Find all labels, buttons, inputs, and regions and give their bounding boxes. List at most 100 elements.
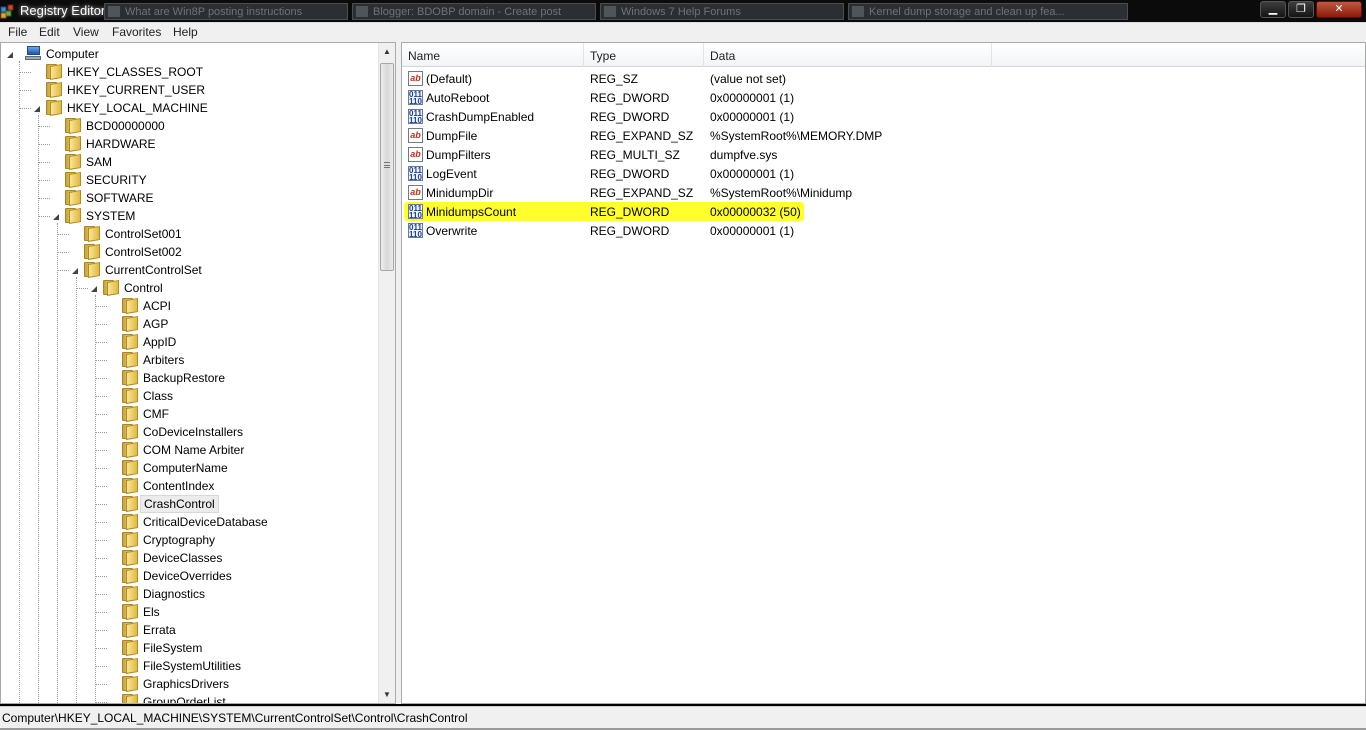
collapse-arrow-icon[interactable] [6, 50, 15, 59]
value-row[interactable]: 011 110 LogEvent REG_DWORD 0x00000001 (1) [404, 164, 1364, 183]
expand-arrow-icon[interactable] [52, 122, 61, 132]
column-header-data[interactable]: Data [704, 43, 992, 67]
tree-item[interactable]: SOFTWARE [1, 189, 377, 207]
expand-arrow-icon[interactable] [109, 680, 118, 690]
tree-item-label[interactable]: CriticalDeviceDatabase [140, 515, 271, 529]
tree-item-label-selected[interactable]: CrashControl [140, 495, 219, 513]
tree-item-label[interactable]: ComputerName [140, 461, 231, 475]
tree-item-label[interactable]: FileSystem [140, 641, 205, 655]
expand-arrow-icon[interactable] [109, 356, 118, 366]
expand-arrow-icon[interactable] [109, 590, 118, 600]
menu-view[interactable]: View [73, 25, 99, 39]
tree-item-label[interactable]: HARDWARE [83, 137, 159, 151]
scroll-down-arrow-icon[interactable]: ▼ [379, 686, 395, 703]
expand-arrow-icon[interactable] [109, 608, 118, 618]
tree-item-label[interactable]: GroupOrderList [140, 695, 229, 703]
tree-item-label[interactable]: Arbiters [140, 353, 187, 367]
value-row[interactable]: 011 110 AutoReboot REG_DWORD 0x00000001 (1) [404, 88, 1364, 107]
expand-arrow-icon[interactable] [109, 482, 118, 492]
value-row[interactable]: ab (Default) REG_SZ (value not set) [404, 69, 1364, 88]
expand-arrow-icon[interactable] [109, 572, 118, 582]
expand-arrow-icon[interactable] [109, 410, 118, 420]
collapse-arrow-icon[interactable] [71, 266, 80, 275]
collapse-arrow-icon[interactable] [90, 284, 99, 293]
tree-item-label[interactable]: ControlSet002 [102, 245, 185, 259]
tree-item-label[interactable]: Els [140, 605, 163, 619]
expand-arrow-icon[interactable] [109, 338, 118, 348]
collapse-arrow-icon[interactable] [33, 104, 42, 113]
tree-item-label[interactable]: Diagnostics [140, 587, 208, 601]
scrollbar-thumb[interactable] [380, 63, 394, 271]
column-header-name[interactable]: Name [402, 43, 584, 67]
tree-item-label[interactable]: ControlSet001 [102, 227, 185, 241]
tree-item-label[interactable]: SYSTEM [83, 209, 138, 223]
value-row[interactable]: 011 110 CrashDumpEnabled REG_DWORD 0x000000… [404, 107, 1364, 126]
tree-item-label[interactable]: Errata [140, 623, 179, 637]
column-header-type[interactable]: Type [584, 43, 704, 67]
expand-arrow-icon[interactable] [109, 536, 118, 546]
expand-arrow-icon[interactable] [109, 464, 118, 474]
tree-item-label[interactable]: Control [121, 281, 166, 295]
tree-item-label[interactable]: SECURITY [83, 173, 150, 187]
close-button[interactable]: ✕ [1316, 1, 1362, 18]
expand-arrow-icon[interactable] [52, 158, 61, 168]
tree-item-label[interactable]: DeviceOverrides [140, 569, 235, 583]
tree-item-label[interactable]: Class [140, 389, 176, 403]
tree-item-label[interactable]: HKEY_CLASSES_ROOT [64, 65, 206, 79]
menu-help[interactable]: Help [173, 25, 198, 39]
tree-item-label[interactable]: ACPI [140, 299, 174, 313]
tree-item-label[interactable]: AppID [140, 335, 179, 349]
values-list-pane[interactable]: Name Type Data ab (Default) REG_SZ (value n… [401, 42, 1366, 704]
tree-item[interactable]: SAM [1, 153, 377, 171]
tree-item-label[interactable]: HKEY_CURRENT_USER [64, 83, 208, 97]
tree-item-label[interactable]: BCD00000000 [83, 119, 168, 133]
tree-item-label[interactable]: HKEY_LOCAL_MACHINE [64, 101, 211, 115]
tree-item-label[interactable]: SAM [83, 155, 115, 169]
scroll-up-arrow-icon[interactable]: ▲ [379, 43, 395, 60]
expand-arrow-icon[interactable] [109, 392, 118, 402]
tree-item[interactable]: HKEY_CURRENT_USER [1, 81, 377, 99]
expand-arrow-icon[interactable] [109, 374, 118, 384]
tree-item-label[interactable]: BackupRestore [140, 371, 228, 385]
tree-item-label[interactable]: FileSystemUtilities [140, 659, 244, 673]
tree-item-label[interactable]: ContentIndex [140, 479, 217, 493]
tree-item[interactable]: Computer [1, 45, 377, 63]
tree-item-label[interactable]: GraphicsDrivers [140, 677, 232, 691]
expand-arrow-icon[interactable] [71, 248, 80, 258]
tree-item-label[interactable]: SOFTWARE [83, 191, 157, 205]
menu-favorites[interactable]: Favorites [112, 25, 161, 39]
expand-arrow-icon[interactable] [109, 554, 118, 564]
expand-arrow-icon[interactable] [33, 68, 42, 78]
menu-file[interactable]: File [8, 25, 27, 39]
title-bar[interactable]: Registry Editor What are Win8P posting i… [0, 0, 1366, 22]
tree-item-label[interactable]: DeviceClasses [140, 551, 225, 565]
tree-item[interactable]: BCD00000000 [1, 117, 377, 135]
tree-item-label[interactable]: CoDeviceInstallers [140, 425, 246, 439]
tree-item-label[interactable]: CurrentControlSet [102, 263, 205, 277]
tree-item[interactable]: SECURITY [1, 171, 377, 189]
tree-item-label[interactable]: CMF [140, 407, 172, 421]
value-row[interactable]: ab DumpFile REG_EXPAND_SZ %SystemRoot%\MEMO… [404, 126, 1364, 145]
tree-item[interactable]: HKEY_LOCAL_MACHINE [1, 99, 377, 117]
tree-vertical-scrollbar[interactable]: ▲ ▼ [378, 43, 395, 703]
key-tree-pane[interactable]: Computer HKEY_CLASSES_ROOT HKEY_CURRENT_US… [0, 42, 396, 704]
value-row[interactable]: 011 110 Overwrite REG_DWORD 0x00000001 (1) [404, 221, 1364, 240]
minimize-button[interactable]: ▁ [1260, 1, 1286, 18]
collapse-arrow-icon[interactable] [52, 212, 61, 221]
expand-arrow-icon[interactable] [33, 86, 42, 96]
tree-item[interactable]: HKEY_CLASSES_ROOT [1, 63, 377, 81]
expand-arrow-icon[interactable] [71, 230, 80, 240]
value-row[interactable]: ab MinidumpDir REG_EXPAND_SZ %SystemRoot%\M… [404, 183, 1364, 202]
expand-arrow-icon[interactable] [109, 518, 118, 528]
tree-item-label[interactable]: COM Name Arbiter [140, 443, 247, 457]
value-row[interactable]: ab DumpFilters REG_MULTI_SZ dumpfve.sys [404, 145, 1364, 164]
expand-arrow-icon[interactable] [109, 626, 118, 636]
value-row-highlighted[interactable]: 011 110 MinidumpsCount REG_DWORD 0x00000032… [404, 202, 1364, 221]
tree-item-label[interactable]: Cryptography [140, 533, 218, 547]
expand-arrow-icon[interactable] [52, 140, 61, 150]
tree-item[interactable]: HARDWARE [1, 135, 377, 153]
tree-item-label[interactable]: Computer [43, 47, 102, 61]
menu-edit[interactable]: Edit [39, 25, 60, 39]
tree-item-label[interactable]: AGP [140, 317, 171, 331]
expand-arrow-icon[interactable] [52, 194, 61, 204]
